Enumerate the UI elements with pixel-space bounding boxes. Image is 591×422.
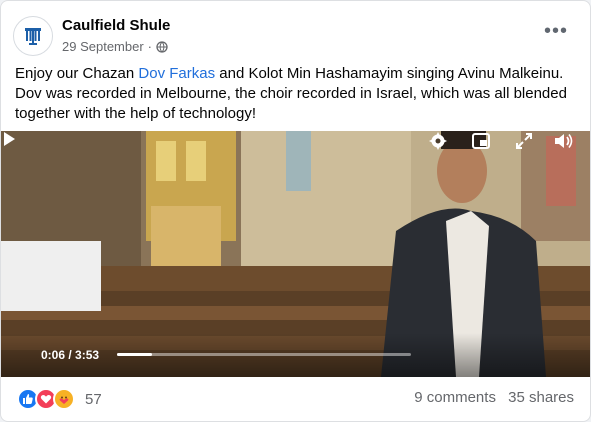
play-icon[interactable] — [1, 131, 17, 147]
globe-icon — [156, 40, 168, 53]
comments-count[interactable]: 9 comments — [414, 389, 496, 406]
post-date[interactable]: 29 September — [62, 38, 144, 55]
video-player[interactable]: 0:06 / 3:53 — [1, 131, 590, 377]
more-options-icon[interactable]: ••• — [538, 17, 574, 45]
meta-separator: · — [147, 39, 153, 54]
care-icon — [53, 388, 75, 410]
reactions-summary[interactable]: 57 — [17, 388, 102, 410]
post-text-before: Enjoy our Chazan — [15, 65, 139, 82]
fullscreen-icon[interactable] — [514, 131, 534, 151]
settings-icon[interactable] — [428, 131, 448, 151]
shares-count[interactable]: 35 shares — [508, 389, 574, 406]
video-progress-bar[interactable] — [117, 353, 411, 356]
post-card: Caulfield Shule 29 September · ••• Enjoy… — [0, 0, 591, 422]
post-header: Caulfield Shule 29 September · — [13, 15, 170, 57]
video-time: 0:06 / 3:53 — [41, 348, 100, 362]
post-text: Enjoy our Chazan Dov Farkas and Kolot Mi… — [15, 64, 577, 124]
page-name[interactable]: Caulfield Shule — [62, 17, 170, 35]
avatar[interactable] — [13, 16, 53, 56]
menorah-logo-icon — [17, 20, 49, 52]
video-progress-fill — [117, 353, 153, 356]
reaction-count[interactable]: 57 — [85, 391, 102, 408]
post-footer: 57 9 comments 35 shares — [1, 377, 590, 421]
volume-icon[interactable] — [553, 131, 573, 151]
engagement-stats: 9 comments 35 shares — [406, 389, 574, 406]
mention-link[interactable]: Dov Farkas — [138, 65, 215, 82]
picture-in-picture-icon[interactable] — [471, 131, 491, 151]
